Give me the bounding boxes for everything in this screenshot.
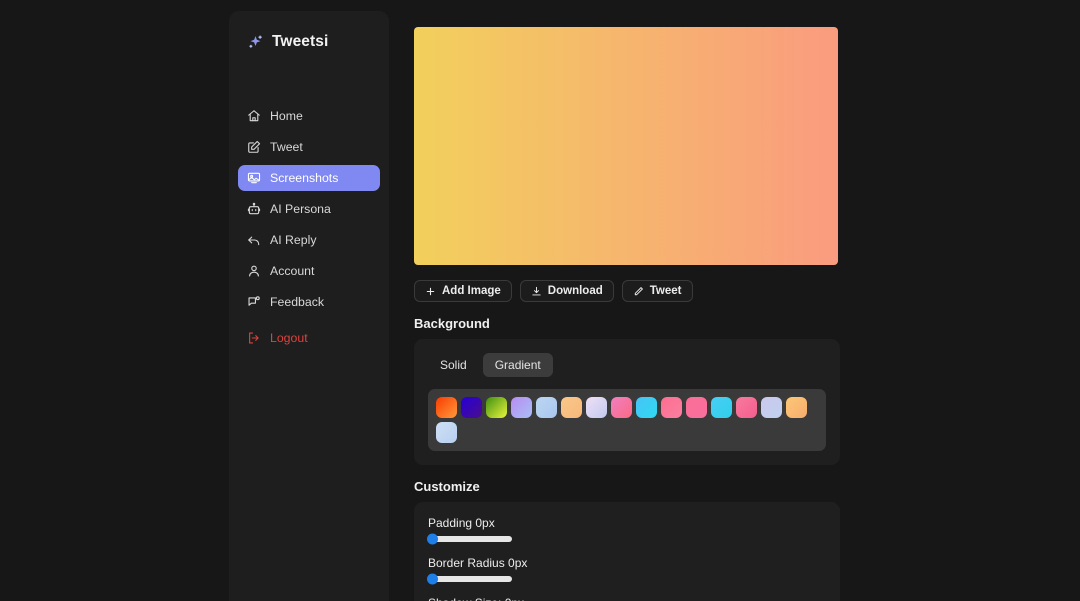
gradient-swatch-14[interactable] [761,397,782,418]
gradient-swatch-12[interactable] [711,397,732,418]
border-radius-slider[interactable] [428,576,512,582]
gradient-swatch-8[interactable] [611,397,632,418]
sidebar: Tweetsi Home Tweet [229,11,389,601]
screenshot-preview-canvas[interactable] [414,27,838,265]
background-mode-solid[interactable]: Solid [428,353,479,377]
gradient-swatch-6[interactable] [561,397,582,418]
background-card: Solid Gradient [414,339,840,465]
add-image-button[interactable]: Add Image [414,280,512,302]
sidebar-item-label: AI Reply [270,233,316,247]
sidebar-item-label: Logout [270,331,308,345]
robot-icon [247,202,261,216]
sidebar-item-label: Tweet [270,140,303,154]
padding-slider-thumb[interactable] [427,534,438,545]
gradient-swatch-3[interactable] [486,397,507,418]
border-radius-control: Border Radius 0px [428,556,826,582]
gradient-swatch-2[interactable] [461,397,482,418]
sidebar-nav: Home Tweet [229,103,389,356]
customize-card: Padding 0px Border Radius 0px Shadow Siz… [414,502,840,601]
sidebar-item-logout[interactable]: Logout [238,325,380,351]
gradient-swatch-grid [428,389,826,451]
user-icon [247,264,261,278]
sparkles-icon [247,34,264,51]
message-icon [247,295,261,309]
download-label: Download [548,285,603,297]
customize-section-title: Customize [414,479,840,494]
main-content: Add Image Download Tweet Backgr [414,0,840,601]
reply-arrow-icon [247,233,261,247]
gradient-swatch-15[interactable] [786,397,807,418]
sidebar-item-label: Home [270,109,303,123]
logout-icon [247,331,261,345]
gradient-swatch-5[interactable] [536,397,557,418]
sidebar-item-ai-persona[interactable]: AI Persona [238,196,380,222]
sidebar-item-label: Account [270,264,314,278]
gradient-swatch-10[interactable] [661,397,682,418]
tweet-button[interactable]: Tweet [622,280,693,302]
sidebar-item-feedback[interactable]: Feedback [238,289,380,315]
sidebar-item-account[interactable]: Account [238,258,380,284]
gradient-swatch-9[interactable] [636,397,657,418]
tweet-label: Tweet [650,285,682,297]
sidebar-item-ai-reply[interactable]: AI Reply [238,227,380,253]
border-radius-label: Border Radius 0px [428,556,826,570]
app-root: Tweetsi Home Tweet [0,0,1080,601]
gradient-swatch-7[interactable] [586,397,607,418]
brand[interactable]: Tweetsi [229,11,389,59]
background-mode-gradient[interactable]: Gradient [483,353,553,377]
gradient-swatch-11[interactable] [686,397,707,418]
background-mode-toggle: Solid Gradient [428,353,826,377]
gradient-swatch-4[interactable] [511,397,532,418]
border-radius-slider-thumb[interactable] [427,574,438,585]
pencil-icon [633,286,644,297]
sidebar-item-screenshots[interactable]: Screenshots [238,165,380,191]
add-image-label: Add Image [442,285,501,297]
padding-label: Padding 0px [428,516,826,530]
sidebar-item-home[interactable]: Home [238,103,380,129]
sidebar-item-label: AI Persona [270,202,331,216]
gradient-swatch-13[interactable] [736,397,757,418]
image-icon [247,171,261,185]
sidebar-item-label: Screenshots [270,171,338,185]
download-button[interactable]: Download [520,280,614,302]
plus-icon [425,286,436,297]
brand-name: Tweetsi [272,33,328,51]
gradient-swatch-1[interactable] [436,397,457,418]
sidebar-item-label: Feedback [270,295,324,309]
gradient-swatch-16[interactable] [436,422,457,443]
padding-control: Padding 0px [428,516,826,542]
action-button-row: Add Image Download Tweet [414,280,840,302]
padding-slider[interactable] [428,536,512,542]
home-icon [247,109,261,123]
download-icon [531,286,542,297]
shadow-size-label: Shadow Size: 0px [428,596,826,601]
edit-square-icon [247,140,261,154]
shadow-size-control: Shadow Size: 0px [428,596,826,601]
sidebar-item-tweet[interactable]: Tweet [238,134,380,160]
background-section-title: Background [414,316,840,331]
